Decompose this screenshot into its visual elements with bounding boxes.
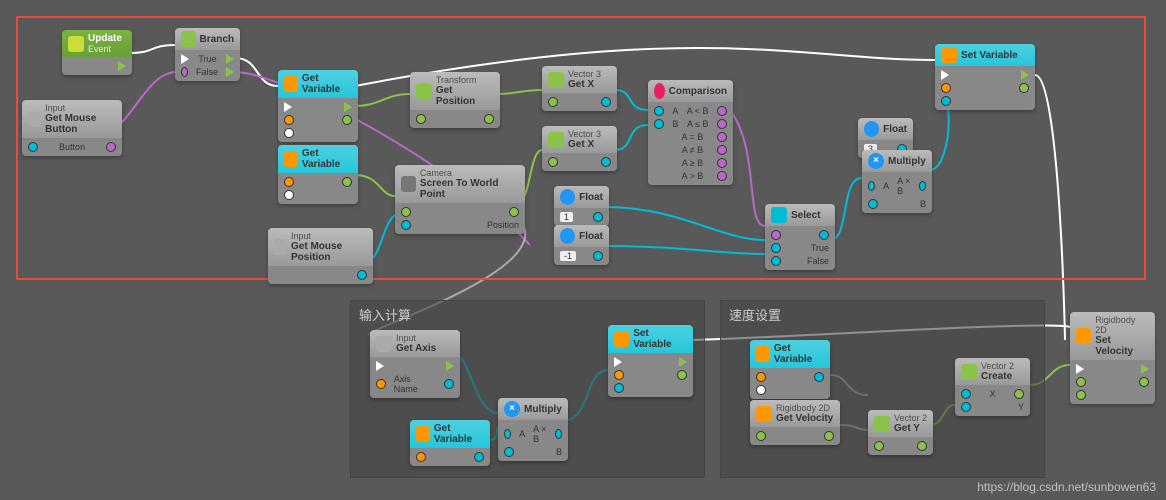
node-get-variable[interactable]: Get Variable (750, 340, 830, 399)
node-sub: Rigidbody 2D (776, 403, 833, 413)
node-title: Float (579, 231, 603, 242)
node-title: Multiply (524, 404, 562, 415)
node-multiply[interactable]: ×Multiply AA × BB (498, 398, 568, 461)
node-get-mouse-button[interactable]: InputGet Mouse Button Button (22, 100, 122, 156)
port-label: A × B (897, 176, 911, 196)
node-title: Get Velocity (776, 413, 833, 424)
node-rigid-set-velocity[interactable]: Rigidbody 2DSet Velocity (1070, 312, 1155, 404)
port-label: A ≥ B (682, 158, 703, 168)
node-title: Float (579, 192, 603, 203)
port-label: True (198, 54, 216, 64)
node-title: Get Variable (302, 148, 352, 170)
port-label: A ≤ B (687, 119, 708, 129)
node-float[interactable]: Float -1 (554, 225, 609, 265)
port-label: A < B (687, 106, 709, 116)
node-sub: Vector 3 (568, 69, 601, 79)
node-sub: Input (45, 103, 116, 113)
group-label: 输入计算 (351, 301, 704, 328)
node-vector2-create[interactable]: Vector 2Create X Y (955, 358, 1030, 416)
node-title: Get Mouse Position (291, 241, 367, 263)
node-sub: Vector 2 (981, 361, 1014, 371)
node-screen-to-world[interactable]: CameraScreen To World Point Position (395, 165, 525, 234)
node-title: Get Mouse Button (45, 113, 116, 135)
node-get-axis[interactable]: InputGet Axis Axis Name (370, 330, 460, 398)
node-sub: Camera (420, 168, 519, 178)
node-title: Set Variable (961, 50, 1018, 61)
port-label: Button (59, 142, 85, 152)
node-get-variable[interactable]: Get Variable (410, 420, 490, 466)
node-title: Get Variable (434, 423, 484, 445)
node-title: Screen To World Point (420, 178, 519, 200)
node-title: Branch (200, 34, 234, 45)
port-label: Y (1018, 402, 1024, 412)
node-sub: Event (88, 44, 122, 54)
node-rigid-get-velocity[interactable]: Rigidbody 2DGet Velocity (750, 400, 840, 445)
node-title: Float (883, 124, 907, 135)
node-title: Get X (568, 79, 601, 90)
node-title: Set Variable (633, 328, 687, 350)
port-label: X (989, 389, 995, 399)
node-sub: Rigidbody 2D (1095, 315, 1149, 335)
port-label: A × B (533, 424, 547, 444)
node-title: Get Variable (302, 73, 352, 95)
node-title: Get Y (894, 423, 927, 434)
watermark: https://blog.csdn.net/sunbowen63 (977, 480, 1156, 494)
node-title: Get Position (436, 85, 494, 107)
node-sub: Input (291, 231, 367, 241)
node-multiply[interactable]: ×Multiply AA × BB (862, 150, 932, 213)
node-get-mouse-position[interactable]: InputGet Mouse Position (268, 228, 373, 284)
node-title: Multiply (888, 156, 926, 167)
port-label: Axis Name (394, 374, 436, 394)
node-set-variable[interactable]: Set Variable (608, 325, 693, 397)
port-label: A (883, 181, 889, 191)
node-title: Update (88, 33, 122, 44)
node-get-variable[interactable]: Get Variable (278, 145, 358, 204)
port-label: A ≠ B (682, 145, 703, 155)
float-value: 1 (560, 212, 573, 222)
node-title: Select (791, 210, 820, 221)
node-update-event[interactable]: UpdateEvent (62, 30, 132, 75)
node-branch[interactable]: Branch True False (175, 28, 240, 81)
port-label: False (196, 67, 218, 77)
port-label: False (807, 256, 829, 266)
node-set-variable[interactable]: Set Variable (935, 44, 1035, 110)
port-label: A > B (681, 171, 703, 181)
float-value: -1 (560, 251, 576, 261)
node-title: Set Velocity (1095, 335, 1149, 357)
node-vector3-getx[interactable]: Vector 3Get X (542, 66, 617, 111)
node-sub: Vector 3 (568, 129, 601, 139)
port-label: True (811, 243, 829, 253)
port-label: B (556, 447, 562, 457)
port-label: A (672, 106, 678, 116)
node-vector3-getx[interactable]: Vector 3Get X (542, 126, 617, 171)
port-label: B (920, 199, 926, 209)
node-get-variable[interactable]: Get Variable (278, 70, 358, 142)
node-title: Get Axis (396, 343, 436, 354)
node-select[interactable]: Select True False (765, 204, 835, 270)
node-sub: Input (396, 333, 436, 343)
node-get-position[interactable]: TransformGet Position (410, 72, 500, 128)
node-sub: Vector 2 (894, 413, 927, 423)
group-label: 速度设置 (721, 301, 1044, 328)
node-title: Comparison (669, 86, 727, 97)
port-label: A = B (681, 132, 703, 142)
port-label: B (673, 119, 679, 129)
node-title: Get X (568, 139, 601, 150)
node-title: Get Variable (774, 343, 824, 365)
node-float[interactable]: Float 1 (554, 186, 609, 226)
node-comparison[interactable]: Comparison A A < B B A ≤ B A = B A ≠ B A ≥… (648, 80, 733, 185)
port-label: A (519, 429, 525, 439)
node-title: Create (981, 371, 1014, 382)
node-vector2-gety[interactable]: Vector 2Get Y (868, 410, 933, 455)
port-label: Position (487, 220, 519, 230)
node-sub: Transform (436, 75, 494, 85)
